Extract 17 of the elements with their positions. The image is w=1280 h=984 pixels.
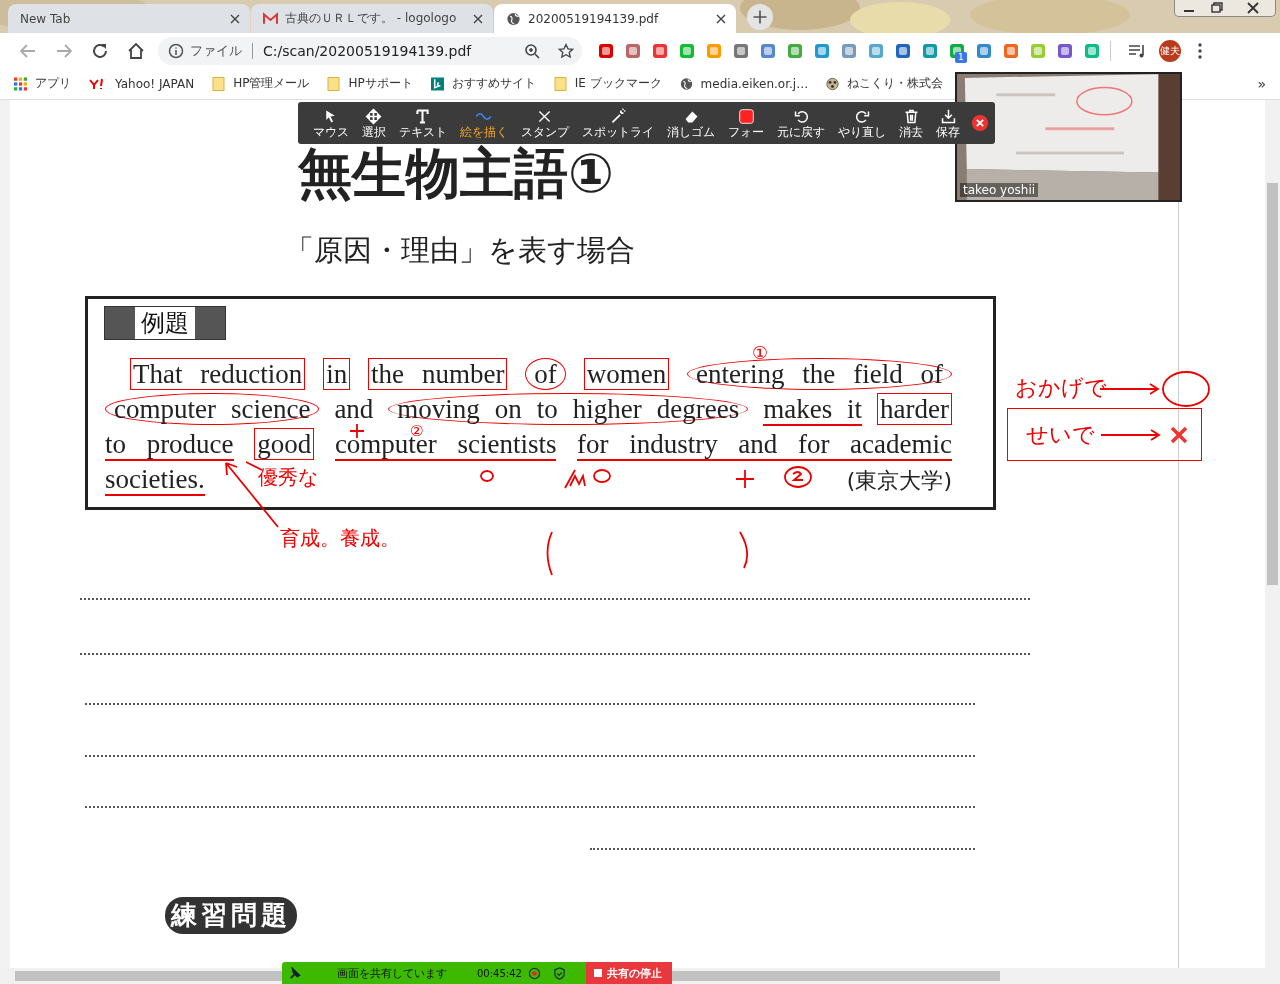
exercise-heading: 練習問題 [165, 897, 297, 934]
example-text-line: societies. [105, 463, 205, 497]
url-text: C:/scan/20200519194139.pdf [263, 42, 472, 59]
example-label: 例題 [105, 307, 225, 339]
notification-badge: 1 [955, 51, 967, 63]
handwritten-note: おかげで [1015, 376, 1107, 401]
document-subtitle: 「原因・理由」を表す場合 [285, 232, 635, 269]
scheme-label: ファイル [190, 41, 242, 60]
example-text-line: computer science and moving on to higher degrees makes it harder [105, 392, 952, 427]
handwritten-note: 育成。養成。 [280, 527, 400, 549]
participant-name: takeo yoshii [960, 183, 1039, 197]
handwritten-note: 優秀な [258, 466, 318, 488]
document-title: 無生物主語① [298, 142, 614, 206]
source-label: (東京大学) [846, 467, 952, 495]
elapsed-time: 00:45:42 [477, 967, 522, 979]
handwritten-note: せいで [1026, 420, 1095, 449]
sharing-status-text: 画面を共有しています [337, 965, 447, 981]
